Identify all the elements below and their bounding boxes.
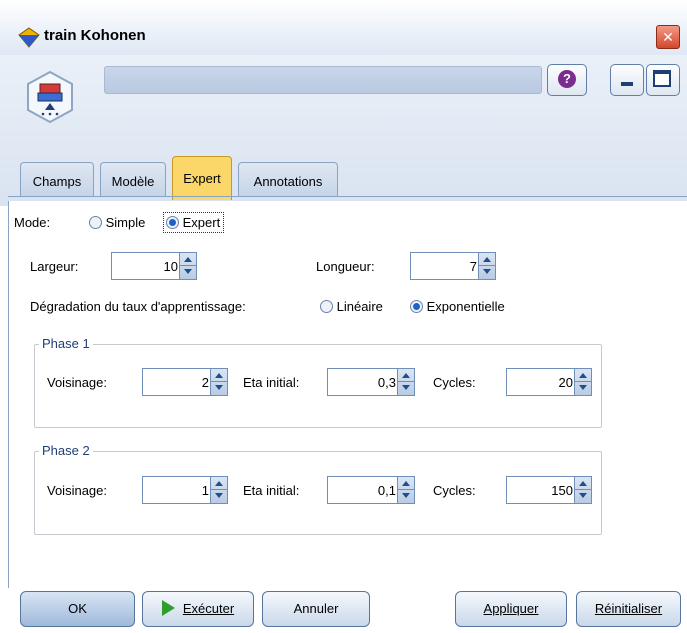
decay-linear-label: Linéaire bbox=[336, 299, 383, 314]
tab-modele[interactable]: Modèle bbox=[100, 162, 166, 196]
arrow-up-icon[interactable] bbox=[215, 481, 223, 486]
stepper-arrows[interactable] bbox=[397, 369, 414, 395]
tab-label: Champs bbox=[32, 174, 82, 189]
longueur-label: Longueur: bbox=[316, 259, 375, 274]
largeur-stepper[interactable]: 10 bbox=[111, 252, 197, 280]
mode-simple-radio[interactable] bbox=[89, 216, 102, 229]
phase1-cycles-stepper[interactable]: 20 bbox=[506, 368, 592, 396]
phase2-eta-value: 0,1 bbox=[377, 483, 396, 498]
phase2-voisinage-stepper[interactable]: 1 bbox=[142, 476, 228, 504]
maximize-icon bbox=[653, 70, 671, 87]
decay-linear-radio[interactable] bbox=[320, 300, 333, 313]
reset-label: Réinitialiser bbox=[594, 601, 663, 616]
phase1-voisinage-value: 2 bbox=[201, 375, 209, 390]
ok-button[interactable]: OK bbox=[20, 591, 135, 627]
mode-simple-option[interactable]: Simple bbox=[89, 215, 145, 230]
phase2-cycles-value: 150 bbox=[551, 483, 573, 498]
arrow-down-icon[interactable] bbox=[579, 385, 587, 390]
stepper-arrows[interactable] bbox=[478, 253, 495, 279]
mode-simple-label: Simple bbox=[105, 215, 146, 230]
decay-label: Dégradation du taux d'apprentissage: bbox=[30, 299, 246, 314]
close-icon: ✕ bbox=[662, 29, 674, 45]
longueur-value: 7 bbox=[469, 259, 477, 274]
phase2-eta-label: Eta initial: bbox=[243, 483, 300, 498]
arrow-down-icon[interactable] bbox=[483, 269, 491, 274]
phase1-eta-value: 0,3 bbox=[377, 375, 396, 390]
stepper-arrows[interactable] bbox=[179, 253, 196, 279]
arrow-up-icon[interactable] bbox=[402, 373, 410, 378]
cancel-button[interactable]: Annuler bbox=[262, 591, 370, 627]
stepper-arrows[interactable] bbox=[210, 477, 227, 503]
execute-button[interactable]: Exécuter bbox=[142, 591, 254, 627]
arrow-down-icon[interactable] bbox=[184, 269, 192, 274]
apply-button[interactable]: Appliquer bbox=[455, 591, 567, 627]
close-button[interactable]: ✕ bbox=[656, 25, 680, 49]
phase1-cycles-value: 20 bbox=[558, 375, 573, 390]
phase2-voisinage-label: Voisinage: bbox=[47, 483, 107, 498]
title-bar: train Kohonen ✕ bbox=[0, 0, 687, 56]
phase2-title: Phase 2 bbox=[39, 443, 93, 458]
phase1-title: Phase 1 bbox=[39, 336, 93, 351]
tab-label: Annotations bbox=[253, 174, 323, 189]
stepper-arrows[interactable] bbox=[574, 477, 591, 503]
decay-exponential-label: Exponentielle bbox=[426, 299, 505, 314]
phase2-voisinage-value: 1 bbox=[201, 483, 209, 498]
phase1-voisinage-label: Voisinage: bbox=[47, 375, 107, 390]
mode-expert-radio[interactable] bbox=[166, 216, 179, 229]
largeur-value: 10 bbox=[163, 259, 178, 274]
phase1-cycles-label: Cycles: bbox=[433, 375, 476, 390]
mode-expert-option[interactable]: Expert bbox=[163, 212, 225, 233]
tab-expert[interactable]: Expert bbox=[172, 156, 232, 200]
phase2-cycles-stepper[interactable]: 150 bbox=[506, 476, 592, 504]
arrow-up-icon[interactable] bbox=[402, 481, 410, 486]
arrow-down-icon[interactable] bbox=[215, 385, 223, 390]
stepper-arrows[interactable] bbox=[397, 477, 414, 503]
arrow-up-icon[interactable] bbox=[579, 373, 587, 378]
tab-label: Modèle bbox=[111, 174, 155, 189]
phase2-eta-stepper[interactable]: 0,1 bbox=[327, 476, 415, 504]
minimize-icon bbox=[621, 82, 633, 86]
mode-expert-label: Expert bbox=[182, 215, 221, 230]
cancel-label: Annuler bbox=[293, 601, 339, 616]
longueur-stepper[interactable]: 7 bbox=[410, 252, 496, 280]
help-icon: ? bbox=[558, 70, 576, 88]
arrow-up-icon[interactable] bbox=[579, 481, 587, 486]
arrow-up-icon[interactable] bbox=[215, 373, 223, 378]
minimize-button[interactable] bbox=[610, 64, 644, 96]
largeur-label: Largeur: bbox=[30, 259, 79, 274]
ok-label: OK bbox=[68, 601, 87, 616]
decay-exponential-radio[interactable] bbox=[410, 300, 423, 313]
tab-champs[interactable]: Champs bbox=[20, 162, 94, 196]
tab-label: Expert bbox=[183, 171, 221, 186]
phase1-voisinage-stepper[interactable]: 2 bbox=[142, 368, 228, 396]
arrow-down-icon[interactable] bbox=[402, 493, 410, 498]
phase1-eta-stepper[interactable]: 0,3 bbox=[327, 368, 415, 396]
maximize-button[interactable] bbox=[646, 64, 680, 96]
arrow-down-icon[interactable] bbox=[215, 493, 223, 498]
arrow-down-icon[interactable] bbox=[579, 493, 587, 498]
phase1-eta-label: Eta initial: bbox=[243, 375, 300, 390]
execute-label: Exécuter bbox=[182, 601, 235, 616]
reset-button[interactable]: Réinitialiser bbox=[576, 591, 681, 627]
decay-linear-option[interactable]: Linéaire bbox=[320, 299, 383, 314]
kohonen-node-icon bbox=[27, 70, 73, 124]
tab-divider bbox=[8, 196, 687, 197]
window-title: train Kohonen bbox=[44, 27, 146, 44]
stepper-arrows[interactable] bbox=[210, 369, 227, 395]
apply-label: Appliquer bbox=[483, 601, 539, 616]
app-diamond-icon bbox=[18, 27, 40, 48]
tab-annotations[interactable]: Annotations bbox=[238, 162, 338, 196]
mode-label: Mode: bbox=[14, 215, 51, 230]
phase2-cycles-label: Cycles: bbox=[433, 483, 476, 498]
decay-exponential-option[interactable]: Exponentielle bbox=[410, 299, 505, 314]
stepper-arrows[interactable] bbox=[574, 369, 591, 395]
arrow-down-icon[interactable] bbox=[402, 385, 410, 390]
arrow-up-icon[interactable] bbox=[483, 257, 491, 262]
help-button[interactable]: ? bbox=[547, 64, 587, 96]
node-name-field[interactable] bbox=[104, 66, 542, 94]
play-icon bbox=[161, 600, 175, 616]
arrow-up-icon[interactable] bbox=[184, 257, 192, 262]
